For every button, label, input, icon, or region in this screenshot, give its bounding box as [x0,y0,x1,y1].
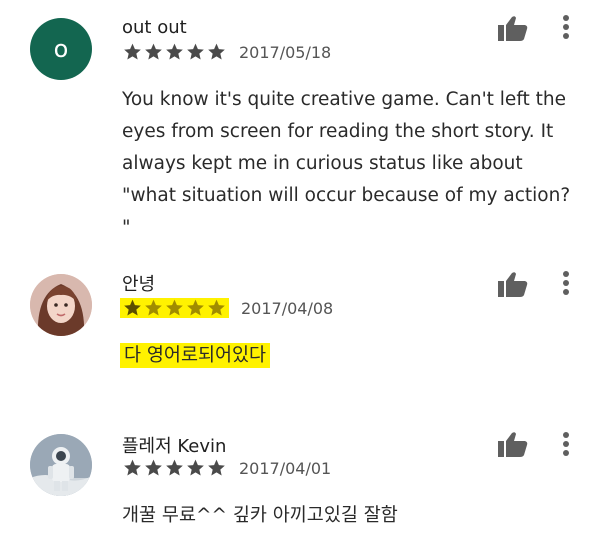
review-date: 2017/04/08 [241,298,334,318]
thumbs-up-icon[interactable] [498,431,528,457]
review-date: 2017/05/18 [239,42,332,62]
more-vert-icon[interactable] [560,270,572,296]
star-icon [124,43,141,60]
review-meta: 2017/05/18 [122,41,331,63]
star-icon [187,459,204,476]
avatar[interactable]: o [30,18,92,80]
star-icon [124,299,141,316]
more-vert-icon[interactable] [560,14,572,40]
rating-stars [122,42,227,62]
star-icon [208,299,225,316]
review-meta: 2017/04/08 [120,297,334,319]
review-text-container: 다 영어로되어있다 [120,340,582,372]
review-text: 다 영어로되어있다 [120,343,271,368]
review-meta: 2017/04/01 [122,457,331,479]
star-icon [145,299,162,316]
star-icon [166,299,183,316]
profile-photo [30,274,92,336]
rating-stars [122,458,227,478]
review-text: You know it's quite creative game. Can't… [122,89,571,238]
star-icon [208,43,225,60]
review-text: 개꿀 무료^^ 깊카 아끼고있길 잘함 [122,505,398,526]
star-icon [145,43,162,60]
review-date: 2017/04/01 [239,458,332,478]
star-icon [145,459,162,476]
reviewer-name: out out [122,17,187,38]
star-icon [208,459,225,476]
star-icon [124,459,141,476]
reviewer-name: 안녕 [122,274,156,295]
avatar[interactable] [30,274,92,336]
thumbs-up-icon[interactable] [498,271,528,297]
more-vert-icon[interactable] [560,431,572,457]
star-icon [166,459,183,476]
star-icon [187,43,204,60]
star-icon [166,43,183,60]
thumbs-up-icon[interactable] [498,15,528,41]
avatar-letter: o [53,35,69,63]
star-icon [187,299,204,316]
avatar[interactable] [30,434,92,496]
reviewer-name: 플레저 Kevin [122,436,227,457]
profile-photo [30,434,92,496]
rating-stars [120,298,229,318]
